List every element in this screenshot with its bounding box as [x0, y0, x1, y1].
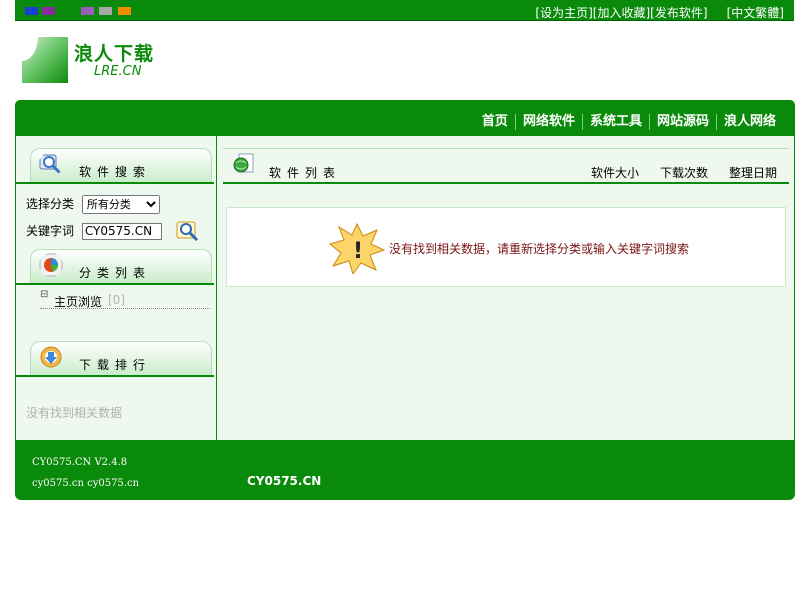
sidebar: 软件搜索 选择分类 所有分类 关键字词 CY0575.CN 分类列表 ⊟ 主页浏…: [16, 136, 217, 440]
category-item-count: [0]: [108, 293, 125, 307]
top-bar: [设为主页][加入收藏][发布软件] [中文繁體]: [15, 0, 794, 21]
nav-site-source[interactable]: 网站源码: [648, 114, 716, 130]
category-panel-header: 分类列表: [16, 249, 214, 285]
footer-version: CY0575.CN V2.4.8: [32, 457, 128, 468]
footer: CY0575.CN V2.4.8 cy0575.cn cy0575.cn CY0…: [15, 441, 795, 500]
add-favorite-link[interactable]: [加入收藏]: [593, 6, 650, 20]
nav-network-software[interactable]: 网络软件: [514, 114, 582, 130]
set-homepage-link[interactable]: [设为主页]: [535, 6, 592, 20]
search-icon[interactable]: [176, 220, 200, 242]
color-theme-orange[interactable]: [118, 7, 131, 15]
svg-text:!: !: [353, 239, 363, 264]
globe-icon: [233, 153, 254, 173]
download-icon: [40, 346, 62, 368]
color-theme-gray[interactable]: [99, 7, 112, 15]
nav-langren-network[interactable]: 浪人网络: [715, 114, 783, 130]
search-panel-title: 软件搜索: [79, 165, 152, 179]
footer-domains[interactable]: cy0575.cn cy0575.cn: [32, 478, 139, 489]
logo-title: 浪人下载: [74, 43, 155, 65]
list-title: 软件列表: [269, 166, 342, 180]
category-panel-title: 分类列表: [79, 266, 152, 280]
category-select[interactable]: 所有分类: [81, 195, 160, 214]
keyword-label: 关键字词: [26, 224, 75, 238]
chart-icon: [39, 253, 63, 277]
magnifier-icon: [39, 154, 62, 175]
category-row: 选择分类 所有分类: [26, 195, 160, 214]
category-item-label: 主页浏览: [54, 295, 103, 309]
category-item[interactable]: ⊟ 主页浏览 [0]: [40, 289, 210, 309]
main-area: 软件搜索 选择分类 所有分类 关键字词 CY0575.CN 分类列表 ⊟ 主页浏…: [15, 136, 795, 441]
logo-subtitle: LRE.CN: [94, 64, 142, 79]
tree-node-icon: ⊟: [40, 289, 49, 300]
language-toggle-link[interactable]: [中文繁體]: [727, 6, 784, 20]
column-size[interactable]: 软件大小: [591, 164, 639, 181]
search-panel-header: 软件搜索: [16, 148, 214, 184]
publish-software-link[interactable]: [发布软件]: [650, 6, 707, 20]
footer-brand: CY0575.CN: [247, 474, 322, 488]
color-theme-violet[interactable]: [81, 7, 94, 15]
list-header: 软件列表 软件大小 下载次数 整理日期: [223, 148, 789, 184]
empty-results-box: ! 没有找到相关数据，请重新选择分类或输入关键字词搜索: [226, 207, 786, 287]
ranking-panel-title: 下载排行: [79, 358, 152, 372]
logo-mark: [22, 37, 68, 83]
ranking-empty-text: 没有找到相关数据: [26, 406, 123, 420]
site-logo[interactable]: 浪人下载 LRE.CN: [22, 37, 157, 85]
keyword-input[interactable]: [81, 222, 162, 240]
nav-home[interactable]: 首页: [475, 114, 515, 130]
top-links: [设为主页][加入收藏][发布软件] [中文繁體]: [535, 4, 784, 21]
color-theme-blue[interactable]: [25, 7, 38, 15]
content-panel: 软件列表 软件大小 下载次数 整理日期 ! 没有找到相关数据，请重新选择分类或输…: [217, 136, 794, 440]
main-nav: 首页 网络软件 系统工具 网站源码 浪人网络: [15, 100, 795, 136]
column-date[interactable]: 整理日期: [729, 164, 777, 181]
ranking-panel-header: 下载排行: [16, 341, 214, 377]
empty-message: 没有找到相关数据，请重新选择分类或输入关键字词搜索: [389, 242, 690, 256]
keyword-row: 关键字词: [26, 222, 162, 240]
warning-icon: !: [329, 222, 385, 274]
nav-system-tools[interactable]: 系统工具: [581, 114, 649, 130]
color-theme-purple[interactable]: [42, 7, 55, 15]
column-downloads[interactable]: 下载次数: [660, 164, 708, 181]
category-label: 选择分类: [26, 197, 75, 211]
